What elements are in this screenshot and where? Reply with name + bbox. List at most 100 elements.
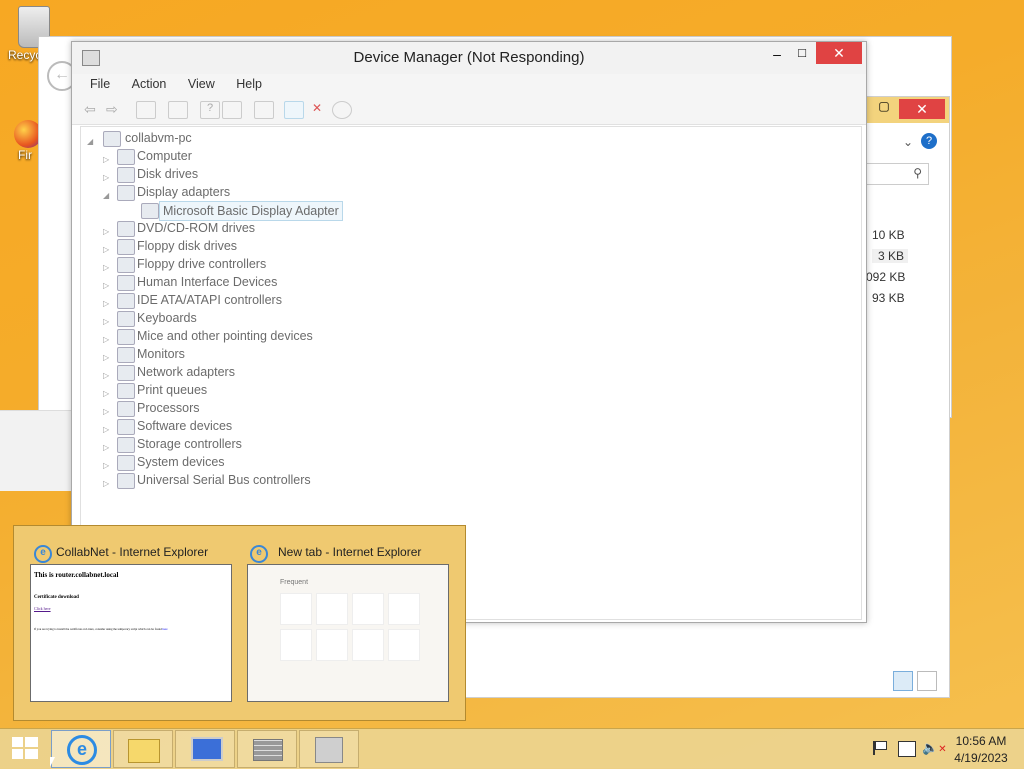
- windows-logo-icon: [12, 737, 38, 759]
- clock-date[interactable]: 4/19/2023: [948, 751, 1014, 765]
- expand-arrow-icon[interactable]: ▷: [103, 385, 111, 398]
- expand-arrow-icon[interactable]: ▷: [103, 223, 111, 236]
- expand-arrow-icon[interactable]: ▷: [103, 151, 111, 164]
- clock-time[interactable]: 10:56 AM: [948, 734, 1014, 748]
- file-size: 3 KB: [872, 249, 908, 263]
- details-view-button[interactable]: [893, 671, 913, 691]
- window-title: Device Manager (Not Responding): [353, 49, 585, 66]
- expand-arrow-icon[interactable]: ▷: [103, 403, 111, 416]
- taskbar-network[interactable]: [175, 730, 235, 768]
- expand-arrow-icon[interactable]: ▷: [103, 349, 111, 362]
- menu-view[interactable]: View: [188, 77, 215, 91]
- tree-item-label: Universal Serial Bus controllers: [137, 473, 311, 487]
- menu-help[interactable]: Help: [236, 77, 262, 91]
- tree-item-label: Floppy disk drives: [137, 239, 238, 253]
- device-category-icon: [117, 239, 135, 255]
- tree-item-label: DVD/CD-ROM drives: [137, 221, 256, 235]
- device-category-icon: [117, 437, 135, 453]
- tree-item-label: Floppy drive controllers: [137, 257, 267, 271]
- enable-device-icon[interactable]: [332, 101, 352, 119]
- tree-item-label: Human Interface Devices: [137, 275, 278, 289]
- chevron-down-icon[interactable]: ⌄: [903, 135, 913, 149]
- device-properties-icon[interactable]: [284, 101, 304, 119]
- maximize-button[interactable]: □: [788, 45, 816, 65]
- close-button[interactable]: ✕: [816, 42, 862, 64]
- tree-item-label: Storage controllers: [137, 437, 242, 451]
- show-hidden-icon[interactable]: [222, 101, 242, 119]
- tree-item-label: Processors: [137, 401, 200, 415]
- tree-item-label: IDE ATA/ATAPI controllers: [137, 293, 282, 307]
- frequent-tile: [316, 593, 348, 625]
- large-icons-view-button[interactable]: [917, 671, 937, 691]
- device-category-icon: [117, 383, 135, 399]
- taskbar-firewall[interactable]: [237, 730, 297, 768]
- ie-icon: e: [34, 545, 52, 563]
- tree-root-label: collabvm-pc: [125, 131, 192, 145]
- expand-arrow-icon[interactable]: ▷: [103, 169, 111, 182]
- computer-icon: [103, 131, 121, 147]
- thumbnail-title[interactable]: CollabNet - Internet Explorer: [56, 545, 208, 559]
- expand-arrow-icon[interactable]: ▷: [103, 313, 111, 326]
- tree-item-label: System devices: [137, 455, 225, 469]
- file-size: 93 KB: [872, 291, 905, 305]
- taskbar-device-manager[interactable]: [299, 730, 359, 768]
- help-icon[interactable]: ?: [200, 101, 220, 119]
- taskbar-internet-explorer[interactable]: e: [51, 730, 111, 768]
- background-pane: [0, 410, 72, 491]
- uninstall-icon[interactable]: ✕: [308, 101, 326, 117]
- close-button[interactable]: ✕: [899, 99, 945, 119]
- frequent-tile: [316, 629, 348, 661]
- action-center-flag-icon[interactable]: [873, 741, 889, 755]
- thumbnail-preview-collabnet[interactable]: This is router.collabnet.local Certifica…: [30, 564, 232, 702]
- expand-arrow-icon[interactable]: ▷: [103, 259, 111, 272]
- expand-arrow-icon[interactable]: ▷: [103, 421, 111, 434]
- device-manager-icon: [315, 737, 343, 763]
- device-category-icon: [117, 329, 135, 345]
- menu-file[interactable]: File: [90, 77, 110, 91]
- frequent-tile: [280, 629, 312, 661]
- expand-arrow-icon[interactable]: ▷: [103, 295, 111, 308]
- menu-bar: File Action View Help: [72, 74, 866, 96]
- file-size: 10 KB: [872, 228, 905, 242]
- collapse-arrow-icon[interactable]: ◢: [87, 133, 95, 146]
- expand-arrow-icon[interactable]: ▷: [103, 277, 111, 290]
- device-manager-titlebar: Device Manager (Not Responding) – □ ✕: [72, 42, 866, 74]
- frequent-tile: [352, 593, 384, 625]
- back-icon[interactable]: ⇦: [84, 101, 102, 117]
- frequent-tile: [388, 593, 420, 625]
- update-driver-icon[interactable]: [168, 101, 188, 119]
- thumbnail-title[interactable]: New tab - Internet Explorer: [278, 545, 421, 559]
- file-size: 092 KB: [866, 270, 906, 284]
- expand-arrow-icon[interactable]: ▷: [103, 241, 111, 254]
- frequent-tile: [280, 593, 312, 625]
- taskbar-file-explorer[interactable]: [113, 730, 173, 768]
- internet-explorer-icon: e: [67, 735, 97, 765]
- expand-arrow-icon[interactable]: ▷: [103, 331, 111, 344]
- firewall-icon: [253, 739, 283, 761]
- maximize-button[interactable]: ▢: [869, 99, 899, 119]
- ie-icon: e: [250, 545, 268, 563]
- expand-arrow-icon[interactable]: ▷: [103, 367, 111, 380]
- search-box[interactable]: ⚲: [861, 163, 929, 185]
- collapse-arrow-icon[interactable]: ◢: [103, 187, 111, 200]
- thumbnail-preview-new-tab[interactable]: Frequent: [247, 564, 449, 702]
- help-icon[interactable]: ?: [921, 133, 937, 149]
- forward-icon[interactable]: ⇨: [106, 101, 124, 117]
- expand-arrow-icon[interactable]: ▷: [103, 457, 111, 470]
- volume-muted-icon[interactable]: 🔈✕: [922, 740, 947, 756]
- device-category-icon: [117, 473, 135, 489]
- expand-arrow-icon[interactable]: ▷: [103, 439, 111, 452]
- network-tray-icon[interactable]: [898, 741, 916, 757]
- taskbar-thumbnail-popup: e CollabNet - Internet Explorer e New ta…: [13, 525, 466, 721]
- properties-icon[interactable]: [136, 101, 156, 119]
- tree-item-label: Computer: [137, 149, 192, 163]
- menu-action[interactable]: Action: [132, 77, 167, 91]
- scan-hardware-icon[interactable]: [254, 101, 274, 119]
- device-category-icon: [117, 275, 135, 291]
- start-button[interactable]: [10, 733, 40, 761]
- expand-arrow-icon[interactable]: ▷: [103, 475, 111, 488]
- page-heading: This is router.collabnet.local: [34, 571, 119, 579]
- frequent-tile: [352, 629, 384, 661]
- page-body-text: If you are trying to install the certifi…: [34, 627, 162, 631]
- search-icon: ⚲: [913, 166, 922, 180]
